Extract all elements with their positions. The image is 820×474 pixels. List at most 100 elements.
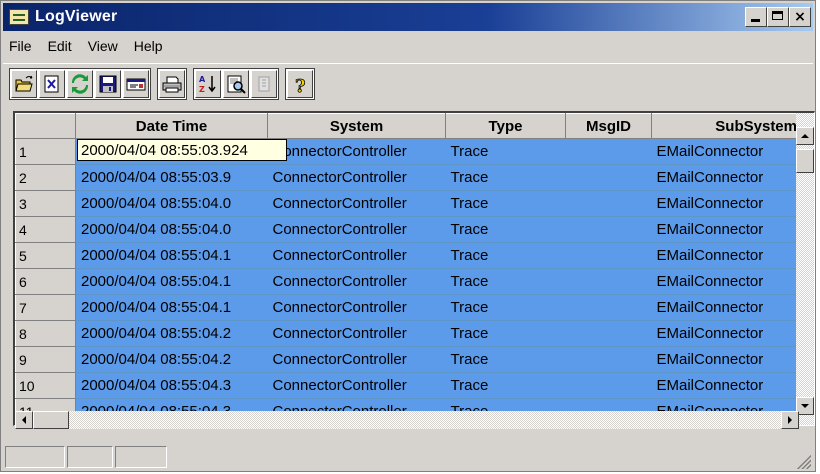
sort-button[interactable]: A Z [195, 70, 221, 98]
column-header-system[interactable]: System [267, 113, 446, 139]
menu-file[interactable]: File [3, 38, 40, 54]
type-cell[interactable]: Trace [445, 294, 566, 321]
msgid-cell[interactable] [565, 190, 652, 217]
subsystem-cell[interactable]: EMailConnector [651, 268, 802, 295]
help-button[interactable]: ? [287, 70, 313, 98]
msgid-cell[interactable] [565, 294, 652, 321]
save-button[interactable] [95, 70, 121, 98]
column-header-subsystem[interactable]: SubSystem [651, 113, 802, 139]
type-cell[interactable]: Trace [445, 346, 566, 373]
system-cell[interactable]: ConnectorController [267, 320, 446, 347]
row-header[interactable]: 4 [15, 216, 76, 243]
datetime-cell[interactable]: 2000/04/04 08:55:04.0 [75, 190, 268, 217]
type-cell[interactable]: Trace [445, 190, 566, 217]
system-cell[interactable]: ConnectorController [267, 372, 446, 399]
table-row[interactable]: 9 2000/04/04 08:55:04.2 ConnectorControlle… [15, 346, 802, 373]
subsystem-cell[interactable]: EMailConnector [651, 372, 802, 399]
refresh-button[interactable] [67, 70, 93, 98]
scroll-left-button[interactable] [15, 411, 33, 429]
subsystem-cell[interactable]: EMailConnector [651, 164, 802, 191]
column-header-datetime[interactable]: Date Time [75, 113, 268, 139]
table-row[interactable]: 7 2000/04/04 08:55:04.1 ConnectorControlle… [15, 294, 802, 321]
system-cell[interactable]: ConnectorController [267, 216, 446, 243]
datetime-cell[interactable]: 2000/04/04 08:55:04.2 [75, 320, 268, 347]
row-header[interactable]: 6 [15, 268, 76, 295]
menu-help[interactable]: Help [126, 38, 171, 54]
msgid-cell[interactable] [565, 216, 652, 243]
msgid-cell[interactable] [565, 320, 652, 347]
system-cell[interactable]: ConnectorController [267, 268, 446, 295]
subsystem-cell[interactable]: EMailConnector [651, 346, 802, 373]
row-header[interactable]: 1 [15, 138, 76, 165]
print-button[interactable] [159, 70, 185, 98]
system-cell[interactable]: ConnectorController [267, 346, 446, 373]
system-cell[interactable]: ConnectorController [267, 190, 446, 217]
horizontal-scrollbar[interactable] [15, 411, 799, 429]
type-cell[interactable]: Trace [445, 216, 566, 243]
datetime-cell[interactable]: 2000/04/04 08:55:04.3 [75, 372, 268, 399]
clear-button[interactable] [39, 70, 65, 98]
row-header[interactable]: 8 [15, 320, 76, 347]
scroll-up-button[interactable] [796, 127, 814, 145]
subsystem-cell[interactable]: EMailConnector [651, 320, 802, 347]
minimize-button[interactable] [745, 7, 767, 27]
msgid-cell[interactable] [565, 372, 652, 399]
open-button[interactable] [11, 70, 37, 98]
msgid-cell[interactable] [565, 138, 652, 165]
datetime-cell[interactable]: 2000/04/04 08:55:04.1 [75, 294, 268, 321]
subsystem-cell[interactable]: EMailConnector [651, 216, 802, 243]
vertical-scroll-thumb[interactable] [796, 149, 814, 173]
row-header[interactable]: 2 [15, 164, 76, 191]
datetime-cell[interactable]: 2000/04/04 08:55:04.1 [75, 268, 268, 295]
filter-button[interactable] [251, 70, 277, 98]
log-grid[interactable]: Date Time System Type MsgID SubSystem 12… [13, 111, 815, 426]
subsystem-cell[interactable]: EMailConnector [651, 190, 802, 217]
resize-grip-icon[interactable] [797, 455, 811, 469]
system-cell[interactable]: ConnectorController [267, 242, 446, 269]
type-cell[interactable]: Trace [445, 242, 566, 269]
maximize-button[interactable] [767, 7, 789, 27]
close-button[interactable]: × [789, 7, 811, 27]
row-header[interactable]: 7 [15, 294, 76, 321]
type-cell[interactable]: Trace [445, 138, 566, 165]
row-header[interactable]: 9 [15, 346, 76, 373]
datetime-cell[interactable]: 2000/04/04 08:55:04.0 [75, 216, 268, 243]
msgid-cell[interactable] [565, 164, 652, 191]
system-cell[interactable]: ConnectorController [267, 294, 446, 321]
row-header[interactable]: 10 [15, 372, 76, 399]
msgid-cell[interactable] [565, 268, 652, 295]
type-cell[interactable]: Trace [445, 268, 566, 295]
corner-cell[interactable] [15, 113, 76, 139]
table-row[interactable]: 4 2000/04/04 08:55:04.0 ConnectorControlle… [15, 216, 802, 243]
type-cell[interactable]: Trace [445, 372, 566, 399]
table-row[interactable]: 10 2000/04/04 08:55:04.3 ConnectorControll… [15, 372, 802, 399]
table-row[interactable]: 6 2000/04/04 08:55:04.1 ConnectorControlle… [15, 268, 802, 295]
menu-edit[interactable]: Edit [40, 38, 80, 54]
subsystem-cell[interactable]: EMailConnector [651, 294, 802, 321]
row-header[interactable]: 3 [15, 190, 76, 217]
type-cell[interactable]: Trace [445, 320, 566, 347]
table-row[interactable]: 8 2000/04/04 08:55:04.2 ConnectorControlle… [15, 320, 802, 347]
datetime-cell[interactable]: 2000/04/04 08:55:04.2 [75, 346, 268, 373]
properties-button[interactable] [123, 70, 149, 98]
find-button[interactable] [223, 70, 249, 98]
scroll-right-button[interactable] [781, 411, 799, 429]
type-cell[interactable]: Trace [445, 164, 566, 191]
msgid-cell[interactable] [565, 242, 652, 269]
system-cell[interactable]: ConnectorController [267, 138, 446, 165]
table-row[interactable]: 2 2000/04/04 08:55:03.9 ConnectorControlle… [15, 164, 802, 191]
msgid-cell[interactable] [565, 346, 652, 373]
datetime-cell[interactable]: 2000/04/04 08:55:03.9 [75, 164, 268, 191]
column-header-msgid[interactable]: MsgID [565, 113, 652, 139]
title-bar[interactable]: LogViewer × [3, 3, 813, 31]
table-row[interactable]: 3 2000/04/04 08:55:04.0 ConnectorControlle… [15, 190, 802, 217]
menu-view[interactable]: View [80, 38, 126, 54]
table-row[interactable]: 5 2000/04/04 08:55:04.1 ConnectorControlle… [15, 242, 802, 269]
horizontal-scroll-thumb[interactable] [33, 411, 69, 429]
vertical-scrollbar[interactable] [796, 113, 814, 425]
system-cell[interactable]: ConnectorController [267, 164, 446, 191]
column-header-type[interactable]: Type [445, 113, 566, 139]
datetime-cell[interactable]: 2000/04/04 08:55:04.1 [75, 242, 268, 269]
row-header[interactable]: 5 [15, 242, 76, 269]
subsystem-cell[interactable]: EMailConnector [651, 242, 802, 269]
